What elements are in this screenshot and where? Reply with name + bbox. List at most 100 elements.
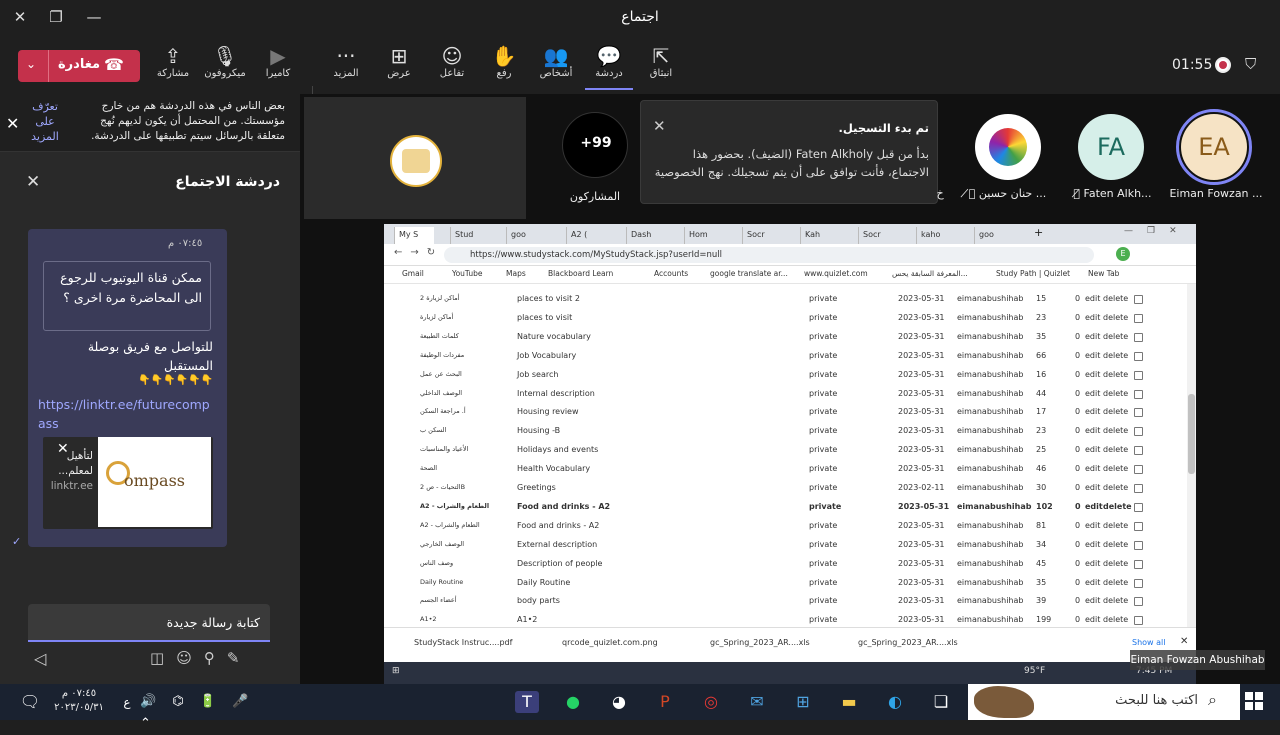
edit-link[interactable]: edit (1085, 407, 1100, 416)
row-checkbox[interactable] (1134, 502, 1143, 512)
row-checkbox[interactable] (1134, 351, 1143, 361)
bookmark[interactable]: Blackboard Learn (548, 269, 613, 278)
more-participants-button[interactable]: +99 (562, 112, 628, 178)
app-icon[interactable]: ◕ (607, 691, 631, 713)
edit-link[interactable]: edit (1085, 540, 1100, 549)
edit-link[interactable]: edit (1085, 370, 1100, 379)
delete-link[interactable]: delete (1103, 313, 1128, 322)
message-link[interactable]: https://linktr.ee/futurecompass (38, 395, 213, 433)
row-checkbox[interactable] (1134, 370, 1143, 380)
browser-tab[interactable]: My S (394, 227, 434, 244)
delete-link[interactable]: delete (1103, 578, 1128, 587)
edit-link[interactable]: edit (1085, 389, 1100, 398)
row-checkbox[interactable] (1134, 616, 1143, 626)
share-button[interactable]: ⇪ مشاركة (149, 44, 197, 79)
edit-link[interactable]: edit (1085, 559, 1100, 568)
profile-avatar[interactable]: E (1116, 247, 1130, 261)
shield-icon[interactable]: ⛉ (1245, 55, 1256, 73)
edit-link[interactable]: edit (1085, 483, 1100, 492)
delete-link[interactable]: delete (1103, 521, 1128, 530)
row-checkbox[interactable] (1134, 484, 1143, 493)
delete-link[interactable]: delete (1103, 370, 1128, 379)
row-checkbox[interactable] (1134, 446, 1143, 456)
edit-link[interactable]: edit (1085, 351, 1100, 360)
message-input[interactable]: كتابة رسالة جديدة (28, 604, 270, 642)
download-item[interactable]: gc_Spring_2023_AR....xls (858, 638, 958, 647)
bookmark[interactable]: Study Path | Quizlet (996, 269, 1070, 278)
powerpoint-icon[interactable]: P (653, 691, 677, 713)
mic-button[interactable]: 🎙 ميكروفون (201, 44, 249, 79)
row-checkbox[interactable] (1134, 408, 1143, 418)
delete-link[interactable]: delete (1103, 540, 1128, 549)
edit-link[interactable]: edit (1085, 332, 1100, 341)
minimize-icon[interactable]: — (84, 8, 104, 28)
edit-link[interactable]: edit (1085, 426, 1100, 435)
scrollbar[interactable] (1187, 284, 1196, 661)
bookmark[interactable]: YouTube (452, 269, 483, 278)
store-icon[interactable]: ⊞ (791, 691, 815, 713)
row-checkbox[interactable] (1134, 540, 1143, 550)
people-button[interactable]: 👥 أشخاص (532, 44, 580, 79)
browser-tab[interactable]: goo (506, 227, 546, 244)
delete-link[interactable]: delete (1103, 464, 1128, 473)
row-checkbox[interactable] (1134, 465, 1143, 475)
format-icon[interactable]: ✎ (227, 649, 252, 667)
browser-tab[interactable]: goo (974, 227, 1014, 244)
edit-link[interactable]: edit (1085, 313, 1100, 322)
react-button[interactable]: ☺ تفاعل (428, 44, 476, 79)
edit-link[interactable]: edit (1085, 615, 1100, 624)
browser-tab[interactable]: Hom (684, 227, 724, 244)
quoted-message[interactable]: ممكن قناة اليوتيوب للرجوع الى المحاضرة م… (43, 261, 211, 331)
delete-link[interactable]: delete (1103, 559, 1128, 568)
browser-tab[interactable]: Socr (858, 227, 898, 244)
browser-tab[interactable]: Stud (450, 227, 490, 244)
edit-link[interactable]: edit (1085, 464, 1100, 473)
edit-link[interactable]: edit (1085, 578, 1100, 587)
delete-link[interactable]: delete (1103, 407, 1128, 416)
notifications-icon[interactable]: 🗨 (18, 691, 42, 713)
row-checkbox[interactable] (1134, 521, 1143, 531)
whatsapp-icon[interactable]: ● (561, 691, 585, 713)
delete-link[interactable]: delete (1103, 502, 1132, 511)
delete-link[interactable]: delete (1103, 445, 1128, 454)
nav-arrows-icon[interactable]: ←→↻ (394, 247, 443, 258)
popout-button[interactable]: ⇱ انبثاق (637, 44, 685, 79)
edit-link[interactable]: edit (1085, 521, 1100, 530)
video-tile[interactable] (304, 97, 526, 219)
edit-link[interactable]: edit (1085, 596, 1100, 605)
delete-link[interactable]: delete (1103, 389, 1128, 398)
link-preview-card[interactable]: ✕ لتأهيل لمعلم... linktr.ee ompass (43, 437, 213, 529)
row-checkbox[interactable] (1134, 389, 1143, 399)
row-checkbox[interactable] (1134, 578, 1143, 588)
edit-link[interactable]: edit (1085, 445, 1100, 454)
teams-icon[interactable]: T (515, 691, 539, 713)
bookmark[interactable]: المعرفة السابقة يحس... (892, 269, 968, 278)
bookmark[interactable]: Gmail (402, 269, 424, 278)
delete-link[interactable]: delete (1103, 294, 1128, 303)
windows-start-icon[interactable] (1245, 692, 1263, 710)
browser-tab[interactable]: Socr (742, 227, 782, 244)
learn-more-link[interactable]: تعرّف على المزيد (24, 99, 66, 144)
chevron-down-icon[interactable]: ⌄ (26, 57, 36, 71)
edit-link[interactable]: edit (1085, 502, 1103, 511)
sticker-icon[interactable]: ◫ (150, 649, 176, 667)
browser-tab[interactable]: A2 ( (566, 227, 606, 244)
browser-tab[interactable]: kaho (916, 227, 956, 244)
row-checkbox[interactable] (1134, 597, 1143, 607)
row-checkbox[interactable] (1134, 295, 1143, 304)
send-icon[interactable]: ◁ (34, 649, 46, 668)
delete-link[interactable]: delete (1103, 426, 1128, 435)
bookmark[interactable]: www.quizlet.com (804, 269, 868, 278)
camera-button[interactable]: ▶ كاميرا (254, 44, 302, 79)
show-all-link[interactable]: Show all (1132, 638, 1165, 647)
emoji-icon[interactable]: ☺ (176, 649, 204, 667)
url-bar[interactable]: https://www.studystack.com/MyStudyStack.… (444, 247, 1094, 263)
raise-hand-button[interactable]: ✋ رفع (480, 44, 528, 79)
tray-icons[interactable]: 🔊 ⌬ 🔋 🎤 ⌃ (140, 691, 270, 731)
bookmark[interactable]: Maps (506, 269, 526, 278)
file-explorer-icon[interactable]: ▬ (837, 691, 861, 713)
lang-indicator[interactable]: ع (115, 691, 139, 713)
download-item[interactable]: StudyStack Instruc....pdf (414, 638, 512, 647)
row-checkbox[interactable] (1134, 427, 1143, 437)
bookmark[interactable]: New Tab (1088, 269, 1119, 278)
